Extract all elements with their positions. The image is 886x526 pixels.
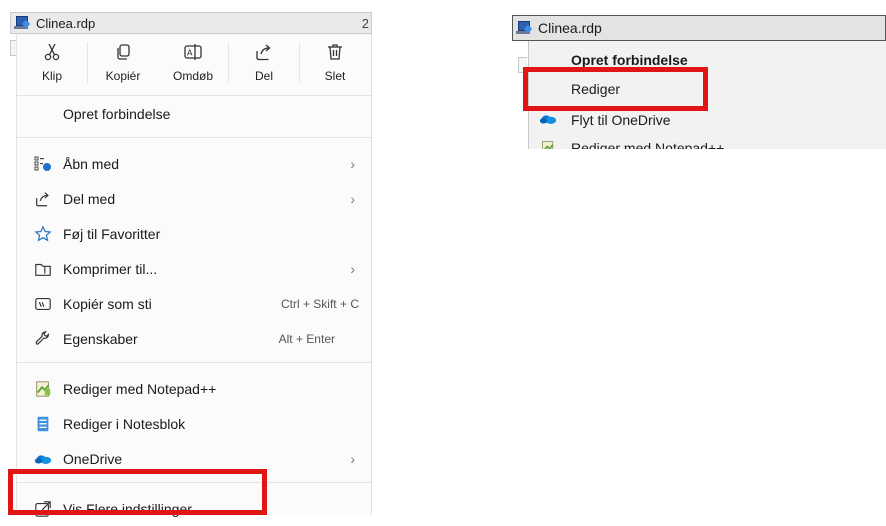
- menu-item-copy-as-path[interactable]: Kopiér som sti Ctrl + Skift + C: [17, 286, 371, 321]
- delete-button[interactable]: Slet: [299, 42, 370, 83]
- chevron-right-icon: ›: [350, 191, 355, 207]
- share-with-icon: [34, 190, 52, 208]
- context-menu: Klip Kopiér A Omdøb Del Slet Opret forbi…: [16, 34, 372, 517]
- context-toolbar: Klip Kopiér A Omdøb Del Slet: [17, 34, 371, 95]
- scissors-icon: [44, 43, 60, 61]
- menu-item-open-with[interactable]: Åbn med ›: [17, 146, 371, 181]
- file-column-fragment: 2: [361, 15, 369, 31]
- menu-item-compress[interactable]: Komprimer til... ›: [17, 251, 371, 286]
- menu-item-onedrive-label: OneDrive: [63, 450, 123, 467]
- rdp-file-icon: [14, 15, 31, 31]
- copy-path-icon: [34, 295, 52, 313]
- menu-item-properties-label: Egenskaber: [63, 330, 138, 347]
- menu-item-compress-label: Komprimer til...: [63, 260, 158, 277]
- file-row-clinea-classic[interactable]: Clinea.rdp: [512, 15, 886, 41]
- wrench-icon: [34, 330, 52, 348]
- menu-item-open-with-label: Åbn med: [63, 155, 120, 172]
- menu-item-connect[interactable]: Opret forbindelse: [17, 96, 371, 131]
- divider: [17, 137, 371, 138]
- copy-icon: [117, 44, 130, 60]
- menu-item-add-favorites-label: Føj til Favoritter: [63, 225, 161, 242]
- file-row-clinea[interactable]: Clinea.rdp 2: [10, 12, 372, 34]
- chevron-right-icon: ›: [350, 156, 355, 172]
- menu-item-edit-notepadpp[interactable]: Rediger med Notepad++: [17, 371, 371, 406]
- svg-text:A: A: [187, 49, 193, 58]
- onedrive-icon: [539, 112, 557, 128]
- classic-menu-item-move-onedrive-label: Flyt til OneDrive: [571, 112, 671, 128]
- menu-item-properties[interactable]: Egenskaber Alt + Enter: [17, 321, 371, 356]
- rename-icon: A: [184, 44, 202, 60]
- file-name: Clinea.rdp: [36, 15, 96, 31]
- trash-icon: [328, 44, 342, 60]
- notepad-icon: [34, 415, 52, 433]
- menu-item-edit-notepad[interactable]: Rediger i Notesblok: [17, 406, 371, 441]
- rename-button[interactable]: A Omdøb: [158, 42, 228, 83]
- zip-folder-icon: [34, 260, 52, 278]
- chevron-right-icon: ›: [350, 451, 355, 467]
- notepadpp-icon: [34, 380, 52, 398]
- delete-label: Slet: [324, 69, 346, 83]
- menu-item-share-with[interactable]: Del med ›: [17, 181, 371, 216]
- cut-label: Klip: [41, 69, 62, 83]
- cut-button[interactable]: Klip: [17, 42, 87, 83]
- highlight-box-edit: [523, 67, 708, 111]
- classic-menu-item-connect-label: Opret forbindelse: [571, 52, 688, 68]
- share-button[interactable]: Del: [228, 42, 299, 83]
- classic-menu-item-edit-notepadpp-label: Rediger med Notepad++: [571, 140, 725, 149]
- menu-item-connect-label: Opret forbindelse: [63, 105, 171, 122]
- notepadpp-icon: [539, 140, 557, 149]
- share-label: Del: [254, 69, 273, 83]
- onedrive-icon: [34, 450, 52, 468]
- file-name: Clinea.rdp: [538, 20, 602, 36]
- divider: [17, 362, 371, 363]
- menu-item-share-with-label: Del med: [63, 190, 116, 207]
- highlight-box-show-more: [8, 469, 267, 515]
- rdp-file-icon: [516, 20, 533, 36]
- shortcut-text: Alt + Enter: [278, 331, 335, 346]
- star-icon: [34, 224, 52, 243]
- menu-item-copy-as-path-label: Kopiér som sti: [63, 295, 152, 312]
- classic-menu-item-edit-notepadpp[interactable]: Rediger med Notepad++: [529, 134, 886, 149]
- open-with-icon: [34, 155, 52, 173]
- menu-item-edit-notepad-label: Rediger i Notesblok: [63, 415, 186, 432]
- copy-label: Kopiér: [105, 69, 141, 83]
- copy-button[interactable]: Kopiér: [87, 42, 158, 83]
- share-icon: [256, 44, 271, 61]
- menu-item-edit-notepadpp-label: Rediger med Notepad++: [63, 380, 217, 397]
- shortcut-text: Ctrl + Skift + C: [280, 296, 359, 311]
- chevron-right-icon: ›: [350, 261, 355, 277]
- menu-item-add-favorites[interactable]: Føj til Favoritter: [17, 216, 371, 251]
- rename-label: Omdøb: [172, 69, 213, 83]
